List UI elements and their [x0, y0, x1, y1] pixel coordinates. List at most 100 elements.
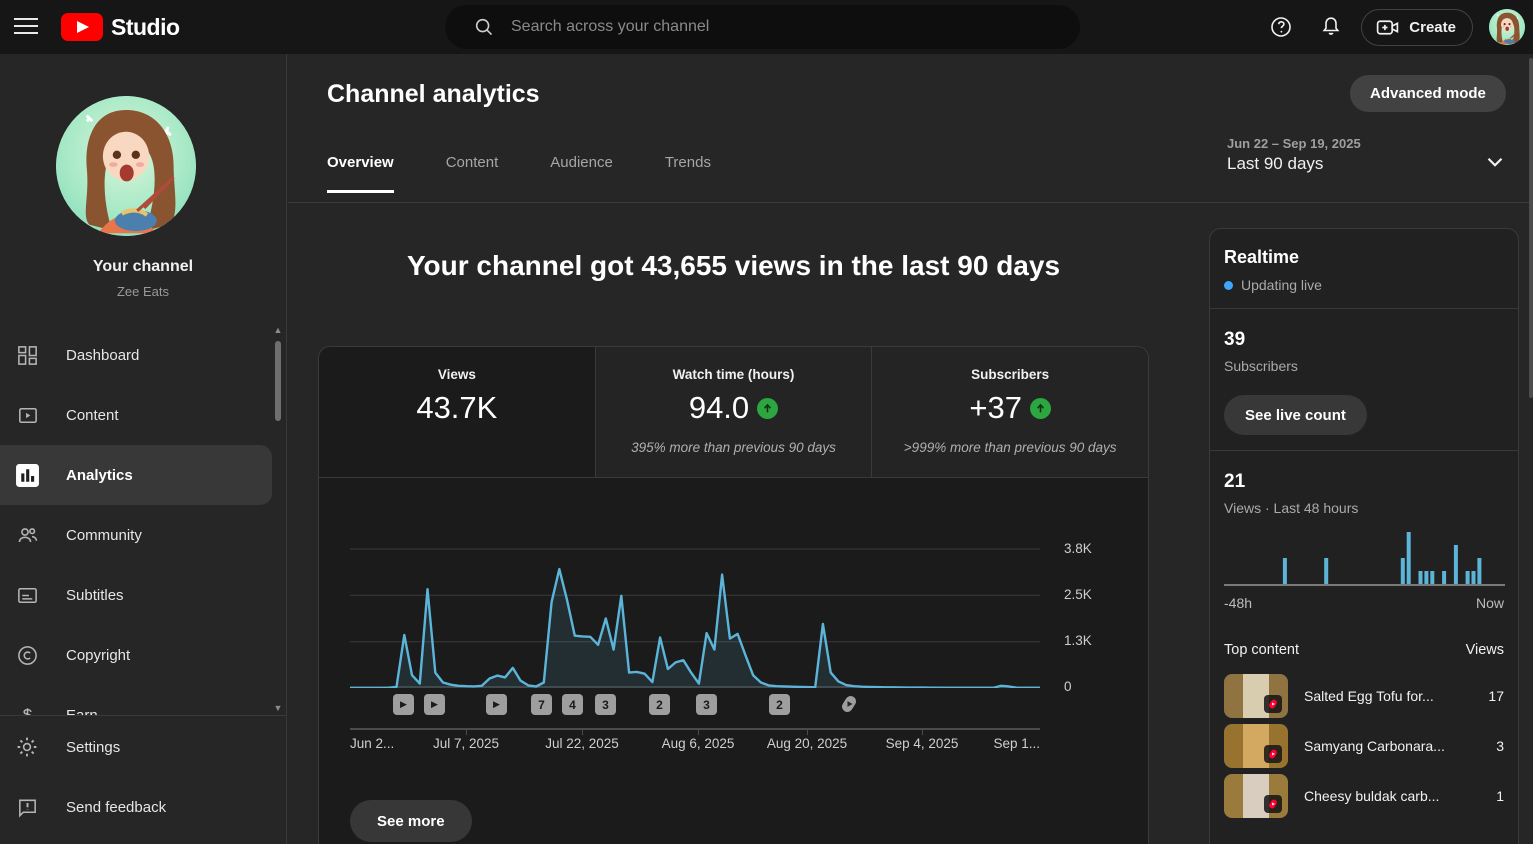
topbar: Studio Create: [0, 0, 1533, 54]
shorts-badge-icon: [1264, 695, 1282, 713]
scrollbar-thumb[interactable]: [1529, 58, 1533, 398]
video-title: Cheesy buldak carb...: [1304, 788, 1480, 804]
realtime-bar-chart[interactable]: [1224, 528, 1505, 586]
list-item[interactable]: Salted Egg Tofu for...17: [1210, 671, 1518, 721]
scroll-down-icon[interactable]: ▼: [272, 703, 284, 713]
video-views: 3: [1496, 738, 1504, 754]
sidebar-item-label: Copyright: [66, 647, 130, 664]
search-bar[interactable]: [445, 5, 1080, 49]
headline: Your channel got 43,655 views in the las…: [318, 250, 1149, 282]
video-thumbnail: [1224, 724, 1288, 768]
video-count-marker[interactable]: 2: [769, 694, 790, 715]
chevron-down-icon[interactable]: [1482, 149, 1508, 175]
video-marker-icon[interactable]: ▶: [424, 694, 445, 715]
realtime-panel: Realtime Updating live 39 Subscribers Se…: [1209, 228, 1519, 844]
see-more-button[interactable]: See more: [350, 800, 472, 842]
studio-logo[interactable]: Studio: [61, 13, 180, 41]
content-icon: [14, 402, 40, 428]
copyright-icon: [14, 642, 40, 668]
sidebar-item-dashboard[interactable]: Dashboard: [0, 325, 287, 385]
metric-tab-views[interactable]: Views 43.7K: [319, 347, 595, 477]
advanced-mode-button[interactable]: Advanced mode: [1350, 75, 1506, 112]
views-line-chart[interactable]: [350, 521, 1040, 688]
metric-label: Watch time (hours): [596, 367, 872, 382]
create-button[interactable]: Create: [1361, 9, 1473, 46]
main-content: Channel analytics Advanced mode Overview…: [288, 54, 1533, 844]
metric-value: 94.0: [689, 390, 749, 426]
trend-up-icon: [1030, 398, 1051, 419]
video-marker-icon[interactable]: ▶: [486, 694, 507, 715]
live-dot-icon: [1224, 281, 1233, 290]
sidebar-item-earn[interactable]: Earn: [0, 685, 287, 715]
video-count-marker[interactable]: 3: [595, 694, 616, 715]
shorts-badge-icon: [1264, 795, 1282, 813]
x-tick-label: Aug 20, 2025: [767, 736, 847, 751]
x-tick-label: Sep 1...: [993, 736, 1040, 751]
sidebar-item-analytics[interactable]: Analytics: [0, 445, 272, 505]
youtube-logo-icon: [61, 13, 103, 41]
notifications-button[interactable]: [1311, 7, 1351, 47]
tab-trends[interactable]: Trends: [665, 154, 711, 193]
dashboard-icon: [14, 342, 40, 368]
metric-note: >999% more than previous 90 days: [872, 440, 1148, 455]
list-item[interactable]: Samyang Carbonara...3: [1210, 721, 1518, 771]
tab-audience[interactable]: Audience: [550, 154, 613, 193]
shorts-marker-icon[interactable]: [838, 693, 860, 720]
channel-title: Your channel: [0, 258, 286, 276]
search-input[interactable]: [511, 18, 1064, 36]
x-tick-label: Jun 2...: [350, 736, 394, 751]
video-marker-icon[interactable]: ▶: [393, 694, 414, 715]
x-tick-label: Aug 6, 2025: [662, 736, 735, 751]
sidebar-item-label: Content: [66, 407, 119, 424]
metric-tab-watch-time[interactable]: Watch time (hours) 94.0 395% more than p…: [595, 347, 872, 477]
scrollbar-thumb[interactable]: [275, 341, 281, 421]
community-icon: [14, 522, 40, 548]
video-count-marker[interactable]: 4: [562, 694, 583, 715]
video-count-marker[interactable]: 7: [531, 694, 552, 715]
metric-label: Subscribers: [872, 367, 1148, 382]
studio-logo-text: Studio: [111, 14, 180, 41]
chart-x-axis: [350, 728, 1040, 730]
y-tick-label: 0: [1064, 679, 1112, 694]
sidebar-item-label: Subtitles: [66, 587, 124, 604]
list-item[interactable]: Cheesy buldak carb...1: [1210, 771, 1518, 821]
sidebar-item-subtitles[interactable]: Subtitles: [0, 565, 287, 625]
sidebar-item-community[interactable]: Community: [0, 505, 287, 565]
sidebar-item-copyright[interactable]: Copyright: [0, 625, 287, 685]
help-icon: [1269, 15, 1293, 39]
video-count-marker[interactable]: 2: [649, 694, 670, 715]
scroll-up-icon[interactable]: ▲: [272, 325, 284, 335]
hamburger-menu-icon[interactable]: [14, 18, 38, 36]
sidebar-item-content[interactable]: Content: [0, 385, 287, 445]
tabs-divider: [288, 202, 1533, 203]
sidebar-menu: Dashboard Content AnalyticsCommunity Subtit…: [0, 325, 287, 715]
realtime-views-count: 21: [1224, 471, 1504, 493]
divider: [1210, 450, 1518, 451]
realtime-views-label: Views · Last 48 hours: [1224, 500, 1504, 516]
tab-overview[interactable]: Overview: [327, 154, 394, 193]
video-thumbnail: [1224, 674, 1288, 718]
x-tick-label: Jul 22, 2025: [545, 736, 619, 751]
sidebar-scrollbar[interactable]: ▲ ▼: [272, 325, 284, 715]
tab-content[interactable]: Content: [446, 154, 499, 193]
sidebar-item-send-feedback[interactable]: Send feedback: [0, 777, 287, 837]
help-button[interactable]: [1261, 7, 1301, 47]
channel-avatar[interactable]: [56, 96, 196, 236]
date-range-selector[interactable]: Jun 22 – Sep 19, 2025 Last 90 days: [1227, 136, 1361, 174]
account-avatar[interactable]: [1489, 9, 1525, 45]
see-live-count-button[interactable]: See live count: [1224, 395, 1367, 435]
metric-tab-subscribers[interactable]: Subscribers +37 >999% more than previous…: [871, 347, 1148, 477]
video-count-marker[interactable]: 3: [696, 694, 717, 715]
sidebar-item-label: Earn: [66, 707, 98, 716]
sidebar-item-settings[interactable]: Settings: [0, 717, 287, 777]
page-scrollbar[interactable]: [1528, 54, 1533, 844]
shorts-badge-icon: [1264, 745, 1282, 763]
axis-label-end: Now: [1476, 595, 1504, 611]
x-tick-label: Sep 4, 2025: [886, 736, 959, 751]
sidebar-divider: [0, 715, 287, 716]
video-views: 17: [1488, 688, 1504, 704]
earn-icon: [14, 702, 40, 715]
trend-up-icon: [757, 398, 778, 419]
analytics-card: Views 43.7K Watch time (hours) 94.0 395%…: [318, 346, 1149, 844]
realtime-title: Realtime: [1224, 247, 1504, 268]
